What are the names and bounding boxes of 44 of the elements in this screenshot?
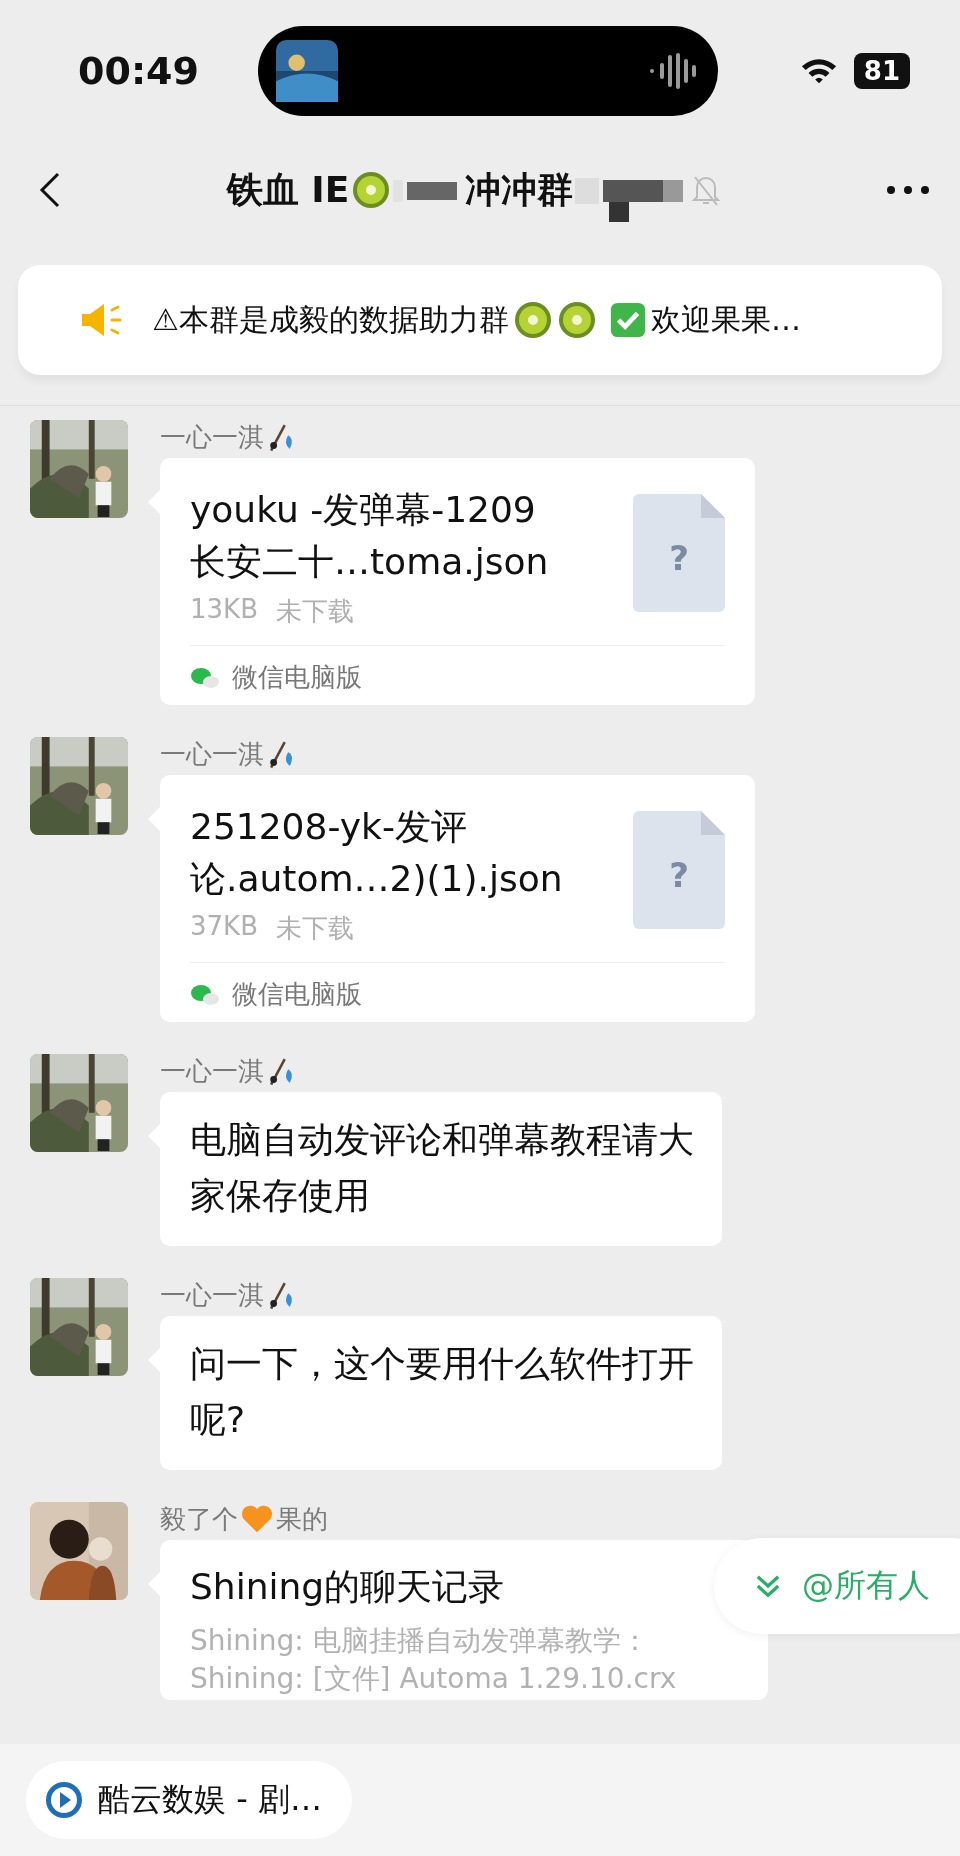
sender-name: 果的 <box>276 1502 328 1536</box>
play-icon <box>44 1780 84 1820</box>
source-label: 微信电脑版 <box>232 661 362 694</box>
sender-name: 一心一淇 <box>160 737 264 771</box>
check-icon <box>608 301 647 339</box>
wechat-icon <box>190 665 220 690</box>
chat-title: 冲冲群 <box>465 167 574 212</box>
unknown-file-icon: ? <box>633 811 725 929</box>
wechat-icon <box>190 982 220 1007</box>
download-status: 未下载 <box>276 595 354 628</box>
kiwi-icon <box>512 300 553 340</box>
announcement-card[interactable]: ⚠本群是成毅的数据助力群 欢迎果果… <box>18 265 942 375</box>
battery-indicator: 81 <box>853 53 910 89</box>
back-icon[interactable] <box>38 170 62 210</box>
message-bubble: 问一下，这个要用什么软件打开 呢? <box>160 1316 722 1470</box>
kiwi-icon <box>351 170 392 210</box>
chat-record-message[interactable]: Shining的聊天记录 Shining: 电脑挂播自动发弹幕教学： Shining: [文件] Automa 1.29.10.crx <box>160 1540 768 1700</box>
download-status: 未下载 <box>276 912 354 945</box>
more-icon[interactable] <box>886 185 930 195</box>
record-preview: Shining: 电脑挂播自动发弹幕教学： Shining: [文件] Automa 1.29.10.crx <box>190 1623 678 1697</box>
double-chevron-icon <box>754 1573 782 1599</box>
sender-name: 一心一淇 <box>160 1278 264 1312</box>
source-label: 微信电脑版 <box>232 978 362 1011</box>
file-message[interactable]: 251208-yk-发评 论.autom…2)(1).json 37KB 未下载 ? 微信电脑版 <box>160 775 755 1022</box>
unknown-file-icon: ? <box>633 494 725 612</box>
file-size: 37KB <box>190 911 258 943</box>
sender-name: 一心一淇 <box>160 1054 264 1088</box>
file-message[interactable]: youku -发弹幕-1209 长安二十…toma.json 13KB 未下载 ? 微信电脑版 <box>160 458 755 705</box>
kiwi-icon <box>556 300 597 340</box>
message-bubble: 电脑自动发评论和弹幕教程请大 家保存使用 <box>160 1092 722 1246</box>
announcement-text: 欢迎果果… <box>650 300 801 339</box>
sender-name: 一心一淇 <box>160 420 264 454</box>
wifi-icon <box>799 56 838 86</box>
sender-name: 毅了个 <box>160 1502 238 1536</box>
file-name: youku -发弹幕-1209 长安二十…toma.json <box>190 488 549 584</box>
mini-program-chip[interactable]: 酷云数娱 - 剧… <box>26 1761 352 1839</box>
status-time: 00:49 <box>78 49 200 93</box>
heart-icon <box>240 1504 274 1534</box>
waveform-icon <box>648 51 698 91</box>
record-title: Shining的聊天记录 <box>190 1565 506 1609</box>
chat-title: 铁血 IE <box>226 167 350 212</box>
file-name: 251208-yk-发评 论.autom…2)(1).json <box>190 805 563 901</box>
announcement-text: ⚠本群是成毅的数据助力群 <box>152 300 509 339</box>
file-size: 13KB <box>190 594 258 626</box>
